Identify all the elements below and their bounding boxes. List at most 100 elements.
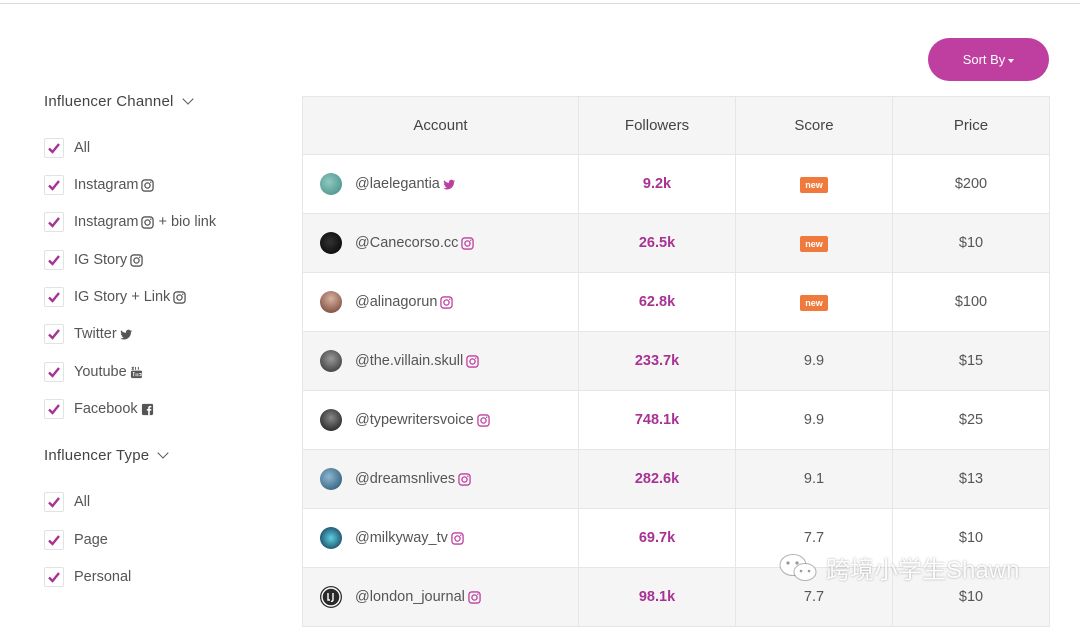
instagram-icon	[466, 354, 479, 368]
checkbox-checked-icon[interactable]	[44, 212, 64, 232]
instagram-icon	[461, 236, 475, 250]
followers-value: 748.1k	[578, 390, 736, 450]
type-all-option[interactable]: All	[44, 492, 90, 512]
influencer-type-heading[interactable]: Influencer Type	[44, 447, 169, 464]
account-handle[interactable]: @typewritersvoice	[355, 412, 474, 428]
channel-twitter-option[interactable]: Twitter	[44, 324, 133, 344]
account-handle[interactable]: @laelegantia	[355, 176, 440, 192]
account-handle[interactable]: @dreamsnlives	[355, 471, 455, 487]
followers-value: 69.7k	[578, 508, 736, 568]
account-handle[interactable]: @london_journal	[355, 589, 465, 605]
checkbox-checked-icon[interactable]	[44, 324, 64, 344]
influencer-type-label: Influencer Type	[44, 447, 150, 464]
followers-value: 282.6k	[578, 449, 736, 509]
account-cell: @laelegantia	[302, 154, 579, 214]
account-handle[interactable]: @alinagorun	[355, 294, 437, 310]
sort-by-button[interactable]: Sort By	[928, 38, 1049, 81]
watermark-text: 跨境小学生Shawn	[826, 557, 1020, 584]
channel-ig-story-link-option[interactable]: IG Story + Link	[44, 287, 187, 307]
checkbox-checked-icon[interactable]	[44, 530, 64, 550]
influencer-channel-heading[interactable]: Influencer Channel	[44, 93, 194, 110]
column-header-followers[interactable]: Followers	[578, 96, 736, 155]
table-row[interactable]: @Canecorso.cc 26.5k new $10	[302, 213, 1050, 273]
channel-facebook-option[interactable]: Facebook	[44, 399, 154, 419]
table-header-row: Account Followers Score Price	[302, 96, 1050, 155]
new-badge: new	[800, 294, 828, 311]
checkbox-checked-icon[interactable]	[44, 175, 64, 195]
avatar	[320, 291, 342, 313]
followers-value: 26.5k	[578, 213, 736, 273]
twitter-icon	[119, 328, 133, 341]
table-row[interactable]: @typewritersvoice 748.1k 9.9 $25	[302, 390, 1050, 450]
price-value: $13	[892, 449, 1050, 509]
table-row[interactable]: @dreamsnlives 282.6k 9.1 $13	[302, 449, 1050, 509]
twitter-icon	[443, 178, 456, 191]
account-handle[interactable]: @Canecorso.cc	[355, 235, 458, 251]
facebook-icon	[141, 403, 154, 416]
checkbox-checked-icon[interactable]	[44, 399, 64, 419]
column-header-price[interactable]: Price	[892, 96, 1050, 155]
column-header-score[interactable]: Score	[735, 96, 893, 155]
avatar	[320, 173, 342, 195]
account-handle[interactable]: @milkyway_tv	[355, 530, 448, 546]
channel-label: Instagram	[74, 214, 139, 230]
column-header-account[interactable]: Account	[302, 96, 579, 155]
type-label: All	[74, 494, 91, 510]
instagram-icon	[173, 290, 187, 304]
channel-instagram-option[interactable]: Instagram	[44, 175, 155, 195]
sort-by-label: Sort By	[962, 52, 1006, 67]
checkbox-checked-icon[interactable]	[44, 362, 64, 382]
score-cell: new	[735, 213, 893, 273]
new-badge: new	[800, 176, 828, 193]
channel-instagram-bio-option[interactable]: Instagram + bio link	[44, 212, 216, 232]
chevron-down-icon	[157, 447, 169, 459]
account-cell: @london_journal	[302, 567, 579, 627]
table-row[interactable]: @laelegantia 9.2k new $200	[302, 154, 1050, 214]
instagram-icon	[141, 178, 155, 192]
checkbox-checked-icon[interactable]	[44, 287, 64, 307]
instagram-icon	[468, 590, 481, 604]
instagram-icon	[141, 215, 155, 229]
channel-label: All	[74, 140, 91, 156]
checkbox-checked-icon[interactable]	[44, 250, 64, 270]
checkbox-checked-icon[interactable]	[44, 138, 64, 158]
channel-label: IG Story + Link	[74, 289, 171, 305]
type-page-option[interactable]: Page	[44, 530, 108, 550]
score-value: 9.9	[735, 390, 893, 450]
instagram-icon	[440, 295, 454, 309]
avatar	[320, 409, 342, 431]
influencer-table: Account Followers Score Price @laelegant…	[302, 96, 1050, 627]
channel-youtube-option[interactable]: Youtube	[44, 362, 143, 382]
channel-label: IG Story	[74, 252, 128, 268]
price-value: $10	[892, 213, 1050, 273]
followers-value: 62.8k	[578, 272, 736, 332]
channel-all-option[interactable]: All	[44, 138, 90, 158]
top-divider	[0, 3, 1080, 4]
account-cell: @dreamsnlives	[302, 449, 579, 509]
type-label: Personal	[74, 569, 132, 585]
followers-value: 98.1k	[578, 567, 736, 627]
avatar	[320, 350, 342, 372]
channel-label: Twitter	[74, 326, 117, 342]
account-handle[interactable]: @the.villain.skull	[355, 353, 463, 369]
type-personal-option[interactable]: Personal	[44, 567, 131, 587]
account-cell: @milkyway_tv	[302, 508, 579, 568]
avatar	[320, 527, 342, 549]
channel-ig-story-option[interactable]: IG Story	[44, 250, 143, 270]
table-row[interactable]: @alinagorun 62.8k new $100	[302, 272, 1050, 332]
price-value: $200	[892, 154, 1050, 214]
channel-label: Facebook	[74, 401, 138, 417]
influencer-channel-label: Influencer Channel	[44, 93, 174, 110]
instagram-icon	[451, 531, 464, 545]
table-row[interactable]: @the.villain.skull 233.7k 9.9 $15	[302, 331, 1050, 391]
checkbox-checked-icon[interactable]	[44, 492, 64, 512]
caret-down-icon	[1008, 58, 1015, 63]
checkbox-checked-icon[interactable]	[44, 567, 64, 587]
price-value: $15	[892, 331, 1050, 391]
type-label: Page	[74, 532, 108, 548]
price-value: $100	[892, 272, 1050, 332]
channel-label: Instagram	[74, 177, 139, 193]
new-badge: new	[800, 235, 828, 252]
instagram-icon	[458, 472, 471, 486]
account-cell: @alinagorun	[302, 272, 579, 332]
